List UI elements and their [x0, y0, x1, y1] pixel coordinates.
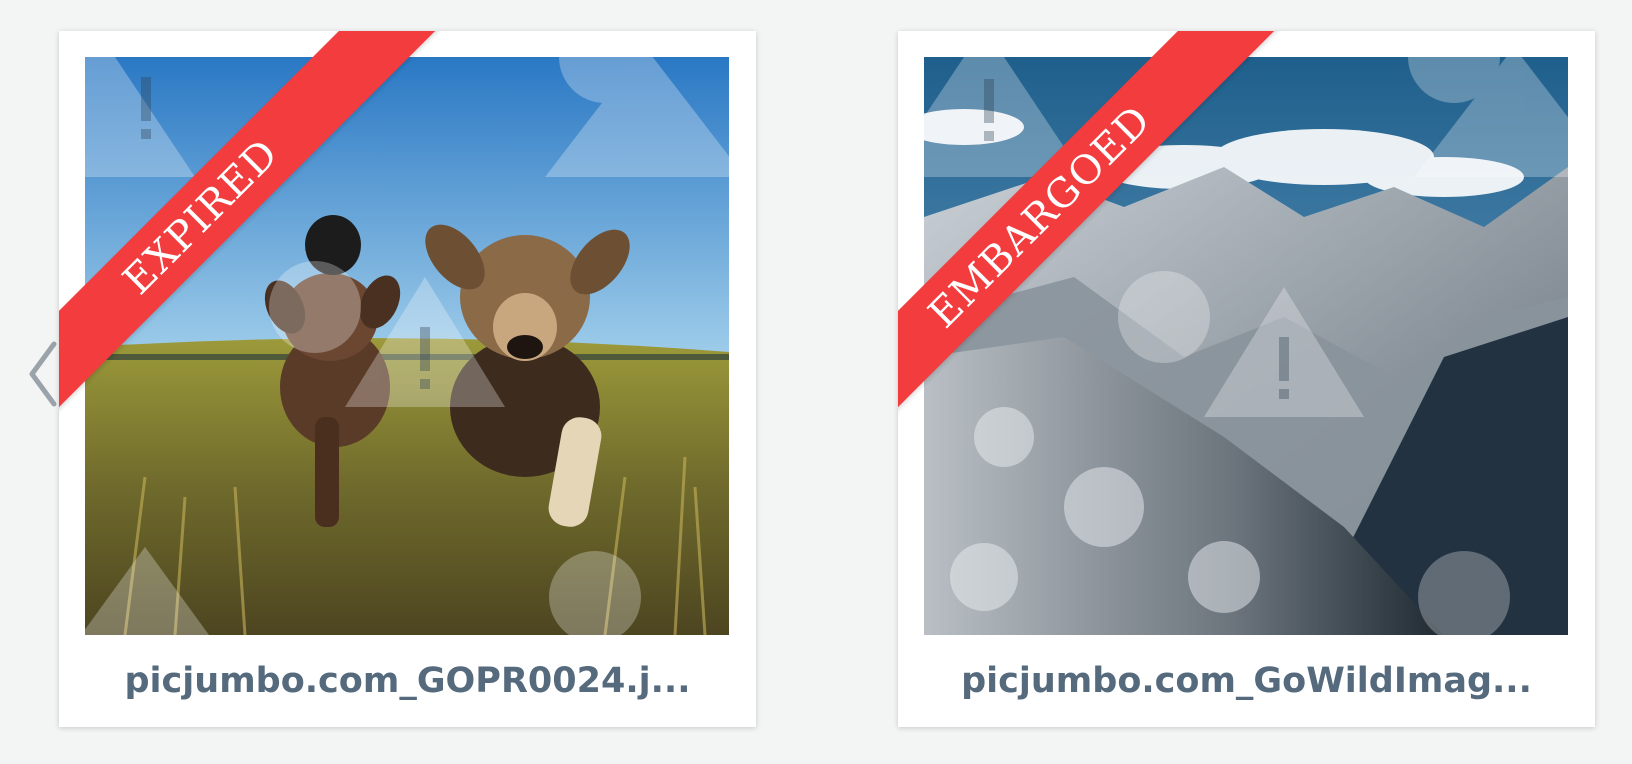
asset-filename: picjumbo.com_GoWildImag...: [961, 661, 1532, 701]
asset-card[interactable]: EXPIRED picjumbo.com_GOPR0024.j...: [59, 31, 756, 727]
asset-thumbnail[interactable]: [924, 57, 1568, 635]
puppies-field-image: [85, 57, 729, 635]
asset-thumbnail[interactable]: [85, 57, 729, 635]
asset-card[interactable]: EMBARGOED picjumbo.com_GoWildImag...: [898, 31, 1595, 727]
asset-gallery: EXPIRED picjumbo.com_GOPR0024.j... EMBAR…: [0, 0, 1632, 764]
snowy-mountains-image: [924, 57, 1568, 635]
asset-filename: picjumbo.com_GOPR0024.j...: [124, 661, 691, 701]
previous-button[interactable]: [24, 338, 64, 410]
chevron-left-icon: [29, 341, 57, 407]
